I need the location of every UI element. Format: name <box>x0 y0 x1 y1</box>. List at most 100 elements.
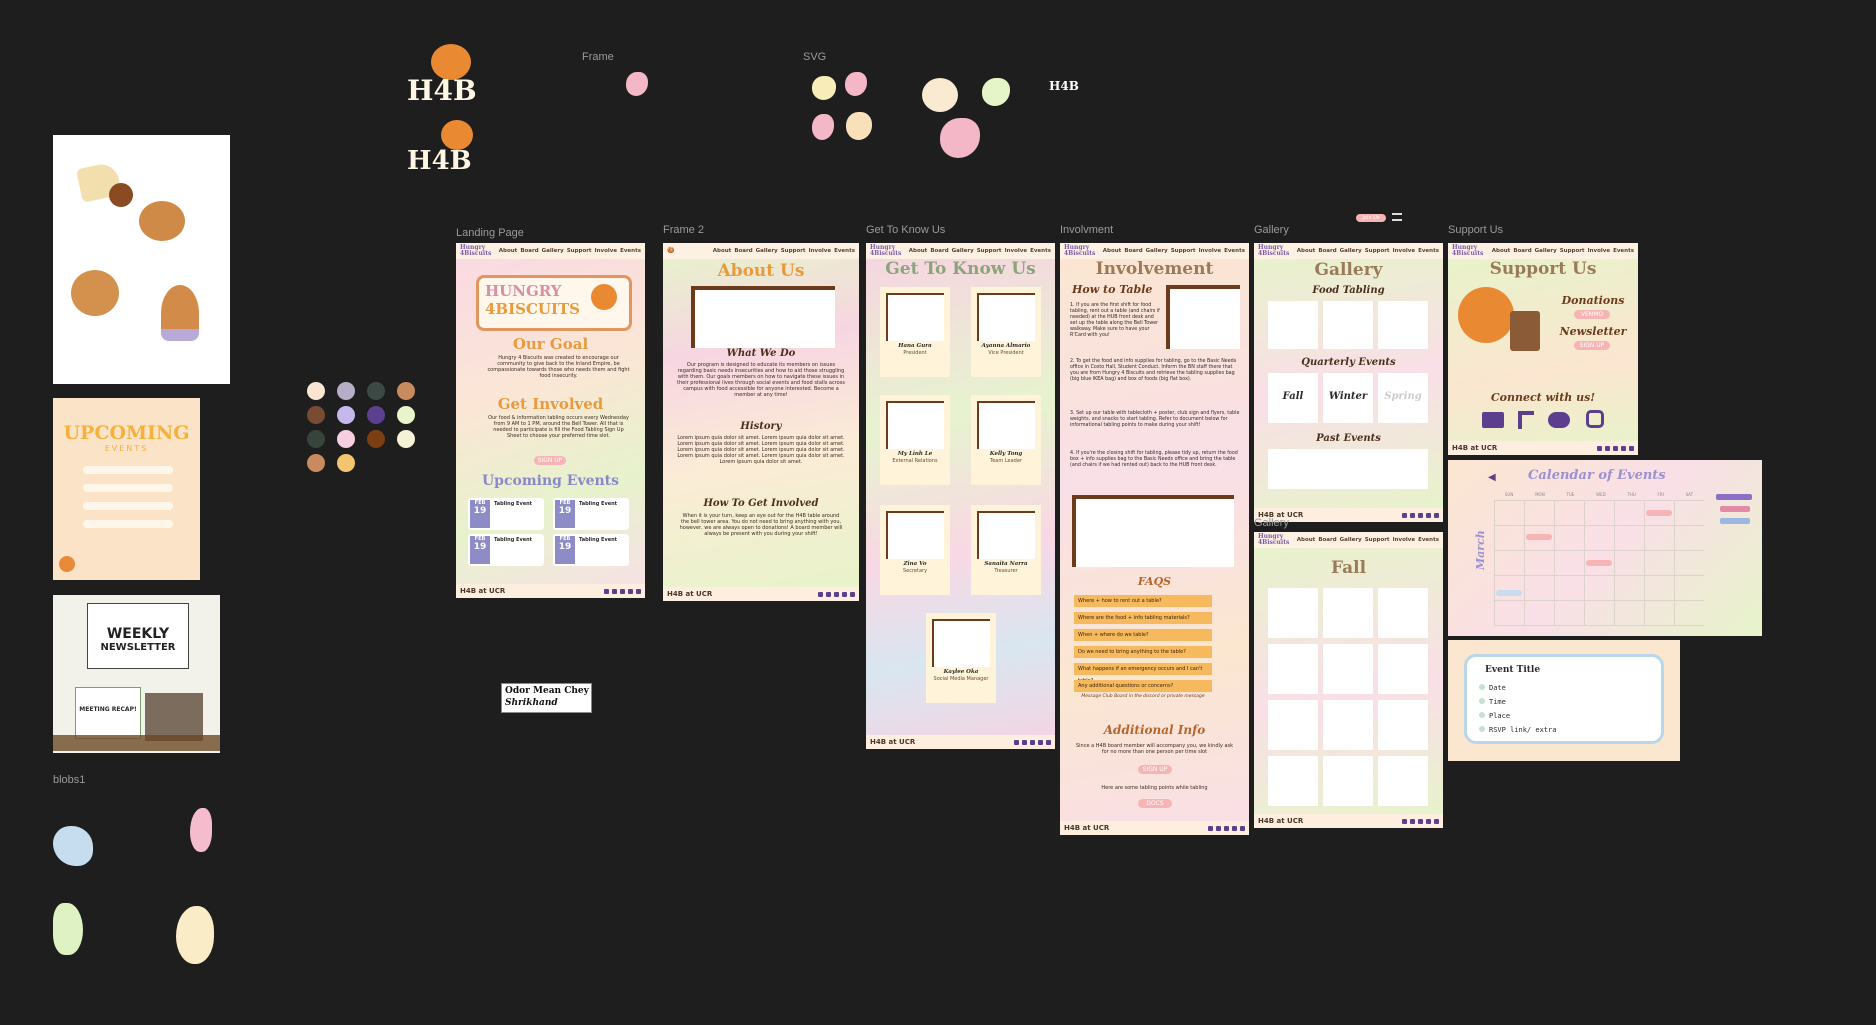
nav-link-involve[interactable]: Involve <box>1005 248 1028 254</box>
nav-link-support[interactable]: Support <box>567 248 592 254</box>
faq-item[interactable]: Do we need to bring anything to the tabl… <box>1074 646 1212 658</box>
nav-link-involve[interactable]: Involve <box>1393 248 1416 254</box>
nav-link-involve[interactable]: Involve <box>1588 248 1611 254</box>
nav-link-involve[interactable]: Involve <box>595 248 618 254</box>
link-icon[interactable] <box>1629 445 1634 451</box>
venmo-button[interactable]: VENMO <box>1574 310 1610 319</box>
nav-logo[interactable]: Hungry 4Biscuits <box>1258 245 1289 257</box>
link-icon[interactable] <box>1434 512 1439 518</box>
nav-link-support[interactable]: Support <box>1365 537 1390 543</box>
gallery-fall-frame[interactable]: Hungry 4Biscuits About Board Gallery Supp… <box>1254 532 1443 828</box>
gallery-photo[interactable] <box>1378 700 1428 750</box>
nav-link-gallery[interactable]: Gallery <box>1340 537 1362 543</box>
palette-swatch[interactable] <box>337 382 355 400</box>
faq-item[interactable]: What happens if an emergency occurs and … <box>1074 663 1212 684</box>
event-card[interactable]: FEB 19 Tabling Event <box>553 498 629 530</box>
nav-link-support[interactable]: Support <box>781 248 806 254</box>
blob-pink-icon[interactable] <box>626 72 648 96</box>
docs-button[interactable]: DOCS <box>1138 799 1172 808</box>
instagram-icon[interactable] <box>628 588 633 594</box>
discord-icon[interactable] <box>1418 512 1423 518</box>
palette-swatch[interactable] <box>397 406 415 424</box>
nav-link-events[interactable]: Events <box>834 248 855 254</box>
about-page-frame[interactable]: 🍪 About Board Gallery Support Involve Ev… <box>663 243 859 601</box>
palette-swatch[interactable] <box>307 382 325 400</box>
nav-logo[interactable]: Hungry 4Biscuits <box>1064 245 1095 257</box>
blob-pink-icon[interactable] <box>190 808 212 852</box>
palette-swatch[interactable] <box>307 454 325 472</box>
blob-cream-icon[interactable] <box>176 906 214 964</box>
palette-swatch[interactable] <box>307 406 325 424</box>
nav-link-board[interactable]: Board <box>1513 248 1531 254</box>
event-card[interactable]: FEB 19 Tabling Event <box>553 534 629 566</box>
landing-page-frame[interactable]: Hungry 4Biscuits About Board Gallery Supp… <box>456 243 645 598</box>
mail-icon[interactable] <box>1402 512 1407 518</box>
palette-swatch[interactable] <box>337 454 355 472</box>
mail-icon[interactable] <box>1208 825 1213 831</box>
member-card[interactable]: Hana Gura President <box>880 287 950 377</box>
nav-logo[interactable]: Hungry 4Biscuits <box>460 245 491 257</box>
nav-link-about[interactable]: About <box>1103 248 1122 254</box>
nav-link-support[interactable]: Support <box>977 248 1002 254</box>
nav-link-gallery[interactable]: Gallery <box>952 248 974 254</box>
member-card[interactable]: Zina Vo Secretary <box>880 505 950 595</box>
event-card[interactable]: FEB 19 Tabling Event <box>468 534 544 566</box>
nav-link-board[interactable]: Board <box>1124 248 1142 254</box>
discord-icon[interactable] <box>1224 825 1229 831</box>
season-spring-card[interactable]: Spring <box>1378 373 1428 423</box>
gallery-photo[interactable] <box>1323 588 1373 638</box>
instagram-icon[interactable] <box>1426 818 1431 824</box>
palette-swatch[interactable] <box>307 430 325 448</box>
nav-link-about[interactable]: About <box>909 248 928 254</box>
gallery-photo[interactable] <box>1323 756 1373 806</box>
nav-link-support[interactable]: Support <box>1560 248 1585 254</box>
upcoming-events-thumbnail[interactable]: UPCOMING EVENTS <box>53 398 200 580</box>
palette-swatch[interactable] <box>337 430 355 448</box>
nav-link-about[interactable]: About <box>1492 248 1511 254</box>
blob-yellow-icon[interactable] <box>846 112 872 140</box>
gallery-photo[interactable] <box>1268 756 1318 806</box>
instagram-icon[interactable] <box>1426 512 1431 518</box>
nav-link-gallery[interactable]: Gallery <box>1535 248 1557 254</box>
tiktok-icon[interactable] <box>1605 445 1610 451</box>
gallery-frame[interactable]: Hungry 4Biscuits About Board Gallery Supp… <box>1254 243 1443 522</box>
instagram-icon[interactable] <box>1621 445 1626 451</box>
tiktok-icon[interactable] <box>1022 739 1027 745</box>
nav-logo[interactable]: Hungry 4Biscuits <box>1452 245 1483 257</box>
gallery-photo[interactable] <box>1378 301 1428 349</box>
gallery-photo[interactable] <box>1268 644 1318 694</box>
nav-link-events[interactable]: Events <box>1224 248 1245 254</box>
h4b-logo-2[interactable]: H4B <box>405 118 495 180</box>
link-icon[interactable] <box>850 591 855 597</box>
newsletter-signup-button[interactable]: SIGN UP <box>1574 341 1610 350</box>
nav-link-about[interactable]: About <box>1297 537 1316 543</box>
font-sample[interactable]: Odor Mean Chey Shrikhand <box>501 683 592 713</box>
instagram-icon[interactable] <box>842 591 847 597</box>
gallery-photo[interactable] <box>1268 301 1318 349</box>
nav-link-support[interactable]: Support <box>1171 248 1196 254</box>
blob-green-icon[interactable] <box>982 78 1010 106</box>
palette-swatch[interactable] <box>367 406 385 424</box>
nav-link-gallery[interactable]: Gallery <box>1146 248 1168 254</box>
gallery-photo[interactable] <box>1268 588 1318 638</box>
nav-link-gallery[interactable]: Gallery <box>756 248 778 254</box>
palette-swatch[interactable] <box>337 406 355 424</box>
gallery-photo[interactable] <box>1378 588 1428 638</box>
mail-icon[interactable] <box>1014 739 1019 745</box>
nav-link-board[interactable]: Board <box>520 248 538 254</box>
calendar-event[interactable] <box>1646 510 1672 516</box>
nav-link-gallery[interactable]: Gallery <box>542 248 564 254</box>
calendar-event[interactable] <box>1526 534 1552 540</box>
blob-cream-icon[interactable] <box>922 78 958 112</box>
faq-item[interactable]: Any additional questions or concerns? <box>1074 680 1212 692</box>
tiktok-icon[interactable] <box>1216 825 1221 831</box>
palette-swatch[interactable] <box>397 382 415 400</box>
nav-link-board[interactable]: Board <box>930 248 948 254</box>
link-icon[interactable] <box>636 588 641 594</box>
nav-link-events[interactable]: Events <box>1418 248 1439 254</box>
nav-link-about[interactable]: About <box>1297 248 1316 254</box>
blob-blue-icon[interactable] <box>53 826 93 866</box>
support-us-frame[interactable]: Hungry 4Biscuits About Board Gallery Supp… <box>1448 243 1638 455</box>
member-card[interactable]: Kelly Tong Team Leader <box>971 395 1041 485</box>
gallery-photo[interactable] <box>1323 644 1373 694</box>
